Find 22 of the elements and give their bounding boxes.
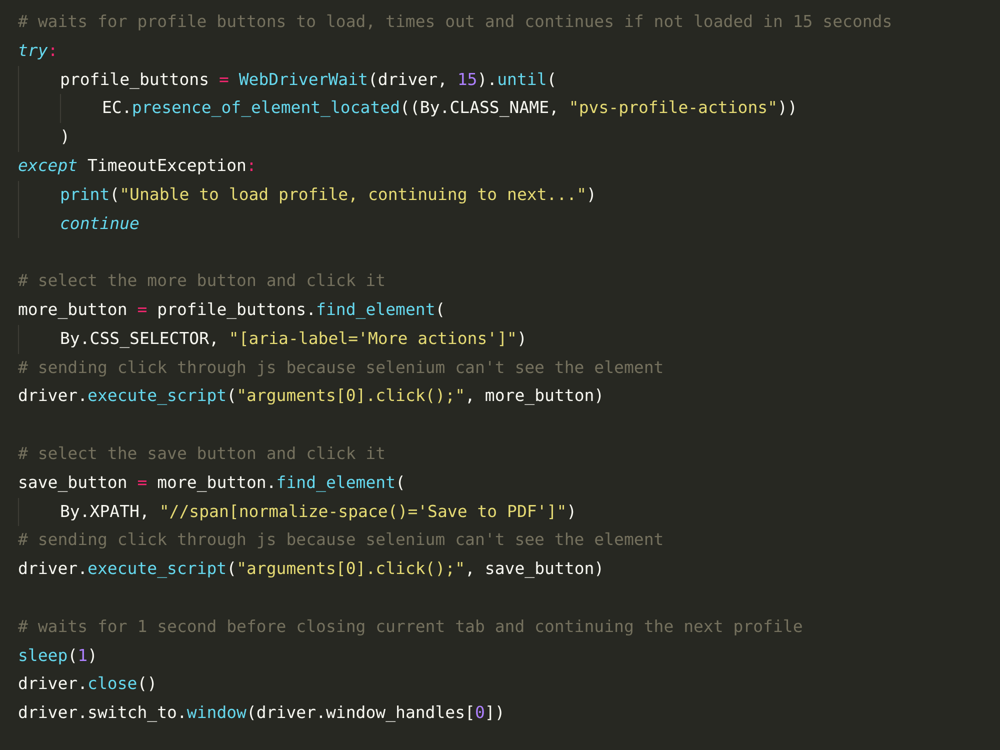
code-line: EC.presence_of_element_located((By.CLASS_NAME, "pvs-profile-actions")) <box>102 97 798 120</box>
code-comment: # sending click through js because selenium can't see the element <box>18 356 664 379</box>
code-line: profile_buttons = WebDriverWait(driver, 15).until( <box>60 68 557 91</box>
code-line: try: <box>18 40 58 62</box>
code-comment: # select the more button and click it <box>18 270 386 292</box>
code-line: driver.execute_script("arguments[0].click();", save_button) <box>18 558 604 580</box>
code-line: more_button = profile_buttons.find_element( <box>18 298 446 321</box>
code-line: save_button = more_button.find_element( <box>18 472 406 494</box>
code-line: ) <box>60 126 70 148</box>
code-line: driver.switch_to.window(driver.window_handles[0]) <box>18 702 505 724</box>
code-line: sleep(1) <box>18 644 98 667</box>
code-line: By.CSS_SELECTOR, "[aria-label='More actions']") <box>60 328 527 350</box>
code-line: continue <box>60 212 140 235</box>
code-line: print("Unable to load profile, continuing to next...") <box>60 184 596 206</box>
code-comment: # waits for profile buttons to load, times out and continues if not loaded in 15 seconds <box>18 11 892 33</box>
code-line: driver.close() <box>18 673 158 696</box>
code-comment: # select the save button and click it <box>18 442 386 465</box>
code-comment: # sending click through js because selenium can't see the element <box>18 529 664 552</box>
code-line: except TimeoutException: <box>18 154 256 177</box>
code-line: driver.execute_script("arguments[0].click();", more_button) <box>18 385 604 408</box>
code-comment: # waits for 1 second before closing current tab and continuing the next profile <box>18 616 803 638</box>
code-line: By.XPATH, "//span[normalize-space()='Save to PDF']") <box>60 500 577 523</box>
